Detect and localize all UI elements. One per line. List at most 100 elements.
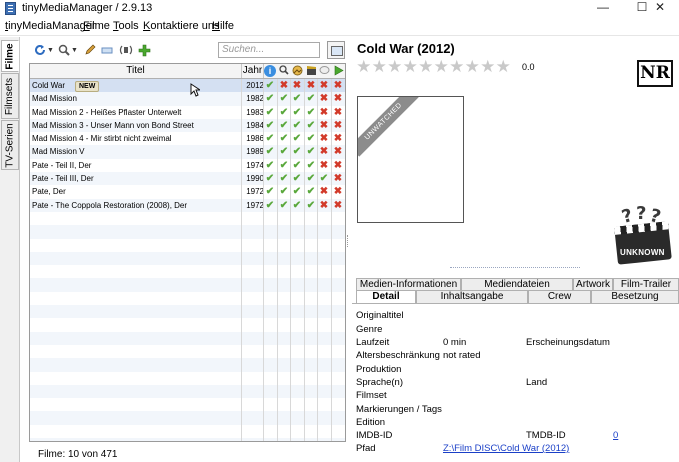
table-row[interactable]: Pate - Teil II, Der 1974 ✔ ✔ ✔ ✔ ✖ ✖: [30, 159, 345, 172]
empty-row: [30, 438, 345, 441]
edit-icon[interactable]: [84, 41, 96, 59]
menu-filme[interactable]: Filme: [83, 20, 110, 32]
age-rating-value: not rated: [443, 350, 481, 361]
check-icon: ✔: [292, 146, 302, 158]
header-search-icon[interactable]: [278, 65, 290, 77]
cross-icon: ✖: [333, 106, 343, 118]
check-icon: ✔: [279, 133, 289, 145]
image-icon[interactable]: [291, 65, 303, 77]
empty-row: [30, 225, 345, 239]
star-icon: ★: [433, 57, 449, 76]
header-title[interactable]: Titel: [30, 64, 242, 78]
cross-icon: ✖: [319, 146, 329, 158]
table-header: Titel Jahr i: [30, 64, 345, 79]
horizontal-splitter[interactable]: [450, 267, 580, 269]
table-row[interactable]: Pate, Der 1972 ✔ ✔ ✔ ✔ ✖ ✖: [30, 185, 345, 198]
media-info-icon[interactable]: [119, 41, 133, 59]
tab-filme[interactable]: Filme: [1, 40, 19, 72]
check-icon: ✔: [279, 106, 289, 118]
table-row[interactable]: Mad Mission 3 - Unser Mann von Bond Stre…: [30, 118, 345, 133]
tags-label: Markierungen / Tags: [356, 404, 442, 415]
vertical-splitter[interactable]: [347, 235, 350, 247]
movie-title-cell: Pate - Teil III, Der: [32, 174, 94, 184]
title-bar: tinyMediaManager / 2.9.13 — ☐ ✕: [0, 0, 679, 17]
table-row[interactable]: Pate - The Coppola Restoration (2008), D…: [30, 198, 345, 212]
check-icon: ✔: [306, 159, 316, 171]
movieset-label: Filmset: [356, 390, 387, 401]
movie-title-cell: Pate - The Coppola Restoration (2008), D…: [32, 200, 188, 210]
movie-year-cell: 2012: [246, 81, 264, 90]
cross-icon: ✖: [333, 146, 343, 158]
close-button[interactable]: ✕: [641, 0, 679, 17]
table-row[interactable]: Mad Mission 2 - Heißes Pflaster Unterwel…: [30, 106, 345, 119]
media-source-label: UNKNOWN: [620, 248, 665, 257]
tab-detail[interactable]: Detail: [356, 290, 416, 303]
check-icon: ✔: [292, 186, 302, 198]
table-row[interactable]: Pate - Teil III, Der 1990 ✔ ✔ ✔ ✔ ✔ ✖: [30, 172, 345, 186]
menu-hilfe[interactable]: Hilfe: [212, 20, 234, 32]
movie-year-cell: 1990: [246, 174, 264, 184]
search-input[interactable]: Suchen...: [218, 42, 320, 58]
star-icon: ★: [371, 57, 387, 76]
cross-icon: ✖: [333, 133, 343, 145]
window-title: tinyMediaManager / 2.9.13: [22, 2, 153, 14]
empty-row: [30, 305, 345, 319]
check-icon: ✔: [279, 146, 289, 158]
menu-bar: tinyMediaManager Filme Tools Kontaktiere…: [0, 17, 679, 36]
tab-inhaltsangabe[interactable]: Inhaltsangabe: [416, 290, 528, 303]
movie-year-cell: 1984: [246, 120, 264, 130]
tab-tv-serien[interactable]: TV-Serien: [1, 120, 19, 170]
cross-icon: ✖: [333, 119, 343, 131]
tmdb-id-label: TMDB-ID: [526, 430, 566, 441]
table-row[interactable]: Mad Mission V 1989 ✔ ✔ ✔ ✔ ✖ ✖: [30, 145, 345, 159]
play-icon[interactable]: [332, 65, 344, 77]
check-icon: ✔: [279, 119, 289, 131]
add-icon[interactable]: [138, 41, 151, 59]
new-badge: NEW: [75, 81, 100, 92]
cross-icon: ✖: [333, 93, 343, 105]
tab-filmsets[interactable]: Filmsets: [1, 73, 19, 119]
rating-value: 0.0: [522, 62, 535, 72]
original-title-label: Originaltitel: [356, 310, 404, 321]
cross-icon: ✖: [333, 186, 343, 198]
star-icon: ★: [480, 57, 496, 76]
check-icon: ✔: [292, 173, 302, 185]
table-row[interactable]: Cold War NEW 2012 ✔ ✖ ✖ ✖ ✖ ✖: [30, 79, 345, 93]
movie-year-cell: 1974: [246, 160, 264, 170]
check-icon: ✔: [292, 159, 302, 171]
cross-icon: ✖: [319, 80, 329, 91]
poster-placeholder[interactable]: UNWATCHED: [357, 96, 464, 223]
table-row[interactable]: Mad Mission 1982 ✔ ✔ ✔ ✔ ✖ ✖: [30, 92, 345, 106]
movie-year-cell: 1989: [246, 147, 264, 157]
language-label: Sprache(n): [356, 377, 403, 388]
tab-besetzung[interactable]: Besetzung: [591, 290, 679, 303]
table-row[interactable]: Mad Mission 4 - Mir stirbt nicht zweimal…: [30, 132, 345, 145]
menu-tools[interactable]: Tools: [113, 20, 139, 32]
minimize-button[interactable]: —: [583, 0, 623, 17]
search-icon[interactable]: ▼: [58, 41, 78, 59]
check-icon: ✔: [265, 173, 275, 185]
movie-title-cell: Pate - Teil II, Der: [32, 160, 92, 170]
rename-icon[interactable]: [101, 41, 113, 59]
tmdb-id-link[interactable]: 0: [613, 430, 618, 441]
age-rating-label: Altersbeschränkung: [356, 350, 440, 361]
path-link[interactable]: Z:\Film DISC\Cold War (2012): [443, 443, 569, 454]
cross-icon: ✖: [319, 199, 329, 211]
table-body: Cold War NEW 2012 ✔ ✖ ✖ ✖ ✖ ✖ Mad Mission 1982 ✔ ✔ ✔ ✔…: [30, 79, 345, 441]
check-icon: ✔: [279, 93, 289, 105]
header-year[interactable]: Jahr: [242, 64, 264, 78]
movie-title-cell: Mad Mission 3 - Unser Mann von Bond Stre…: [32, 120, 194, 130]
check-icon: ✔: [306, 146, 316, 158]
cross-icon: ✖: [292, 80, 302, 91]
refresh-icon[interactable]: ▼: [34, 41, 54, 59]
subtitle-icon[interactable]: [318, 65, 330, 77]
tab-crew[interactable]: Crew: [528, 290, 591, 303]
menu-tinymediamanager[interactable]: tinyMediaManager: [5, 20, 96, 32]
rating-stars: ★ ★ ★ ★ ★ ★ ★ ★ ★ ★: [356, 58, 511, 76]
check-icon: ✔: [265, 159, 275, 171]
clapper-icon[interactable]: [305, 65, 317, 77]
column-divider: [317, 79, 318, 441]
info-icon[interactable]: i: [264, 65, 276, 77]
menu-kontaktiere-uns[interactable]: Kontaktiere uns: [143, 20, 219, 32]
search-options-icon[interactable]: [327, 41, 345, 59]
